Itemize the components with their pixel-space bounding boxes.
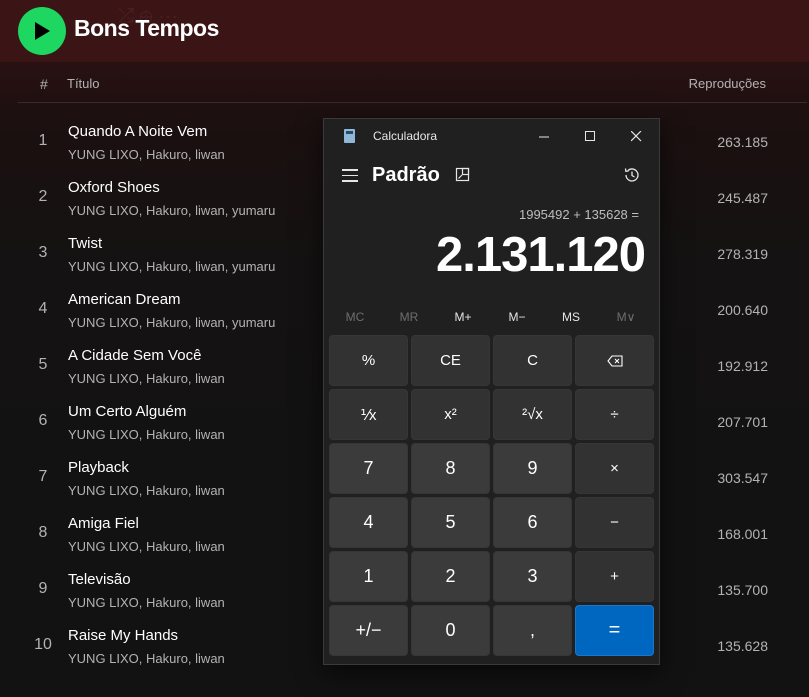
memory-row: MC MR M+ M− MS M∨ (324, 305, 659, 333)
digit-3-button[interactable]: 3 (493, 551, 572, 602)
track-plays: 303.547 (717, 470, 768, 486)
calculator-header: Padrão (324, 159, 659, 195)
track-title[interactable]: Playback (68, 459, 129, 476)
clear-button[interactable]: C (493, 335, 572, 386)
album-header: ⤮ ⊕ ⋯ Bons Tempos (0, 0, 809, 62)
track-title[interactable]: Oxford Shoes (68, 179, 160, 196)
track-number: 6 (38, 412, 48, 429)
memory-list-button[interactable]: M∨ (599, 310, 653, 324)
digit-7-button[interactable]: 7 (329, 443, 408, 494)
digit-4-button[interactable]: 4 (329, 497, 408, 548)
track-title[interactable]: Televisão (68, 571, 131, 588)
digit-2-button[interactable]: 2 (411, 551, 490, 602)
subtract-button[interactable]: − (575, 497, 654, 548)
window-title: Calculadora (373, 129, 438, 143)
divide-button[interactable]: ÷ (575, 389, 654, 440)
digit-0-button[interactable]: 0 (411, 605, 490, 656)
track-artists[interactable]: YUNG LIXO, Hakuro, liwan (68, 595, 225, 610)
track-title[interactable]: A Cidade Sem Você (68, 347, 201, 364)
calculator-window: Calculadora Padrão 1995492 + 135628 = 2.… (323, 118, 660, 665)
track-plays: 168.001 (717, 526, 768, 542)
track-title[interactable]: Raise My Hands (68, 627, 178, 644)
track-number: 3 (38, 244, 48, 261)
track-number: 8 (38, 524, 48, 541)
track-artists[interactable]: YUNG LIXO, Hakuro, liwan, yumaru (68, 259, 275, 274)
album-title: Bons Tempos (74, 15, 219, 41)
track-plays: 192.912 (717, 358, 768, 374)
track-number: 4 (38, 300, 48, 317)
tracklist-header: # Título Reproduções (18, 64, 807, 103)
digit-5-button[interactable]: 5 (411, 497, 490, 548)
play-icon (35, 22, 50, 40)
history-button[interactable] (623, 166, 641, 189)
track-number: 2 (38, 188, 48, 205)
memory-add-button[interactable]: M+ (436, 310, 490, 324)
track-plays: 135.628 (717, 638, 768, 654)
track-plays: 200.640 (717, 302, 768, 318)
memory-subtract-button[interactable]: M− (490, 310, 544, 324)
digit-1-button[interactable]: 1 (329, 551, 408, 602)
negate-button[interactable]: +/− (329, 605, 408, 656)
calculator-titlebar[interactable]: Calculadora (324, 119, 659, 153)
expression-display: 1995492 + 135628 = (518, 207, 639, 222)
track-plays: 245.487 (717, 190, 768, 206)
multiply-button[interactable]: × (575, 443, 654, 494)
track-number: 9 (38, 580, 48, 597)
keep-on-top-icon (455, 167, 470, 182)
track-plays: 135.700 (717, 582, 768, 598)
close-button[interactable] (613, 119, 659, 153)
play-button[interactable] (18, 7, 66, 55)
percent-button[interactable]: % (329, 335, 408, 386)
track-artists[interactable]: YUNG LIXO, Hakuro, liwan (68, 147, 225, 162)
digit-8-button[interactable]: 8 (411, 443, 490, 494)
decimal-button[interactable]: , (493, 605, 572, 656)
digit-9-button[interactable]: 9 (493, 443, 572, 494)
minimize-button[interactable] (521, 119, 567, 153)
track-artists[interactable]: YUNG LIXO, Hakuro, liwan (68, 483, 225, 498)
digit-6-button[interactable]: 6 (493, 497, 572, 548)
backspace-button[interactable] (575, 335, 654, 386)
track-title[interactable]: Quando A Noite Vem (68, 123, 207, 140)
minimize-icon (538, 136, 549, 137)
menu-hamburger-icon[interactable] (342, 169, 358, 186)
memory-recall-button[interactable]: MR (382, 310, 436, 324)
track-artists[interactable]: YUNG LIXO, Hakuro, liwan, yumaru (68, 203, 275, 218)
keep-on-top-button[interactable] (455, 167, 471, 188)
track-artists[interactable]: YUNG LIXO, Hakuro, liwan (68, 371, 225, 386)
equals-button[interactable]: = (575, 605, 654, 656)
memory-clear-button[interactable]: MC (328, 310, 382, 324)
add-button[interactable]: + (575, 551, 654, 602)
track-artists[interactable]: YUNG LIXO, Hakuro, liwan (68, 651, 225, 666)
square-root-button[interactable]: ²√x (493, 389, 572, 440)
column-plays[interactable]: Reproduções (689, 76, 766, 91)
track-number: 7 (38, 468, 48, 485)
track-number: 1 (38, 132, 48, 149)
maximize-icon (584, 130, 595, 141)
calculator-app-icon (344, 129, 355, 143)
result-display: 2.131.120 (436, 228, 646, 282)
square-button[interactable]: x² (411, 389, 490, 440)
track-title[interactable]: Amiga Fiel (68, 515, 139, 532)
track-artists[interactable]: YUNG LIXO, Hakuro, liwan (68, 539, 225, 554)
maximize-button[interactable] (567, 119, 613, 153)
track-plays: 263.185 (717, 134, 768, 150)
clear-entry-button[interactable]: CE (411, 335, 490, 386)
history-icon (624, 168, 639, 182)
track-artists[interactable]: YUNG LIXO, Hakuro, liwan, yumaru (68, 315, 275, 330)
backspace-icon (606, 354, 623, 367)
track-title[interactable]: Twist (68, 235, 102, 252)
track-plays: 278.319 (717, 246, 768, 262)
track-number: 5 (38, 356, 48, 373)
track-plays: 207.701 (717, 414, 768, 430)
column-title[interactable]: Título (67, 76, 100, 91)
track-number: 10 (34, 636, 52, 653)
memory-store-button[interactable]: MS (544, 310, 598, 324)
column-number: # (40, 76, 48, 92)
reciprocal-button[interactable]: ⅟x (329, 389, 408, 440)
calculator-mode-title: Padrão (372, 164, 440, 186)
track-title[interactable]: Um Certo Alguém (68, 403, 186, 420)
close-icon (630, 130, 641, 141)
track-artists[interactable]: YUNG LIXO, Hakuro, liwan (68, 427, 225, 442)
track-title[interactable]: American Dream (68, 291, 181, 308)
